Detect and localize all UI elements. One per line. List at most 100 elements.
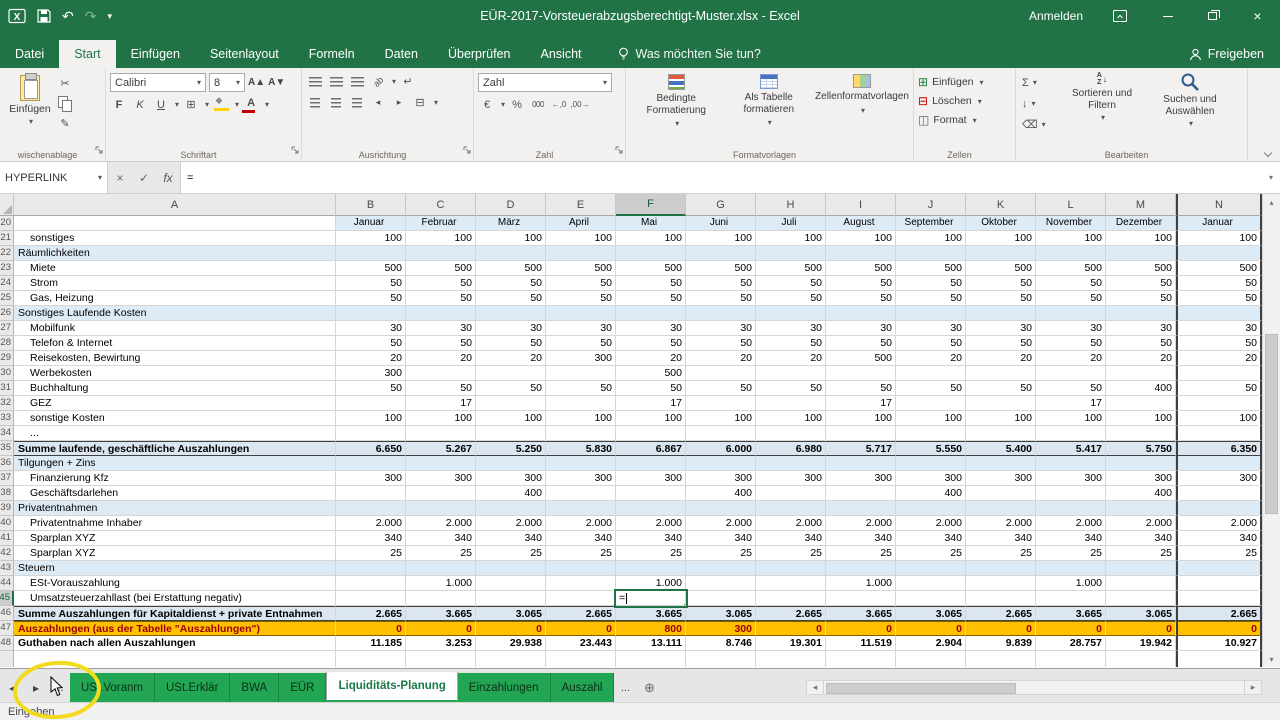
cell-L47[interactable]: 0 (1036, 621, 1106, 636)
cell-I21[interactable]: 100 (826, 231, 896, 246)
cell-B40[interactable]: 2.000 (336, 516, 406, 531)
row-header-20[interactable]: 20 (0, 216, 14, 231)
cell-H24[interactable]: 50 (756, 276, 826, 291)
cancel-entry-icon[interactable]: × (108, 171, 132, 185)
cell-A38[interactable]: Geschäftsdarlehen (14, 486, 336, 501)
cell-K40[interactable]: 2.000 (966, 516, 1036, 531)
cell-J45[interactable] (896, 591, 966, 606)
orientation-icon[interactable]: ab (366, 69, 391, 94)
cell-L29[interactable]: 20 (1036, 351, 1106, 366)
sort-filter-button[interactable]: AZ↓ Sortieren und Filtern ▾ (1058, 72, 1146, 145)
cell-E27[interactable]: 30 (546, 321, 616, 336)
borders-icon[interactable]: ⊞ (182, 96, 200, 113)
cell-J41[interactable]: 340 (896, 531, 966, 546)
sheet-nav-left-icon[interactable]: ◂ (0, 673, 24, 702)
cell-M27[interactable]: 30 (1106, 321, 1176, 336)
number-format-select[interactable]: Zahl▾ (478, 73, 612, 92)
cell-F44[interactable]: 1.000 (616, 576, 686, 591)
cell-C22[interactable] (406, 246, 476, 261)
bold-icon[interactable]: F (110, 96, 128, 113)
cell-J31[interactable]: 50 (896, 381, 966, 396)
column-header-B[interactable]: B (336, 194, 406, 216)
cell-N32[interactable] (1176, 396, 1262, 411)
row-header-24[interactable]: 24 (0, 276, 14, 291)
sheet-tab-bwa[interactable]: BWA (230, 673, 279, 702)
cell-B47[interactable]: 0 (336, 621, 406, 636)
cell-K33[interactable]: 100 (966, 411, 1036, 426)
cell-D28[interactable]: 50 (476, 336, 546, 351)
row-header-48[interactable]: 48 (0, 636, 14, 651)
column-header-H[interactable]: H (756, 194, 826, 216)
cell-I34[interactable] (826, 426, 896, 441)
cell-D45[interactable] (476, 591, 546, 606)
cell-L38[interactable] (1036, 486, 1106, 501)
cell-A47[interactable]: Auszahlungen (aus der Tabelle "Auszahlun… (14, 621, 336, 636)
cell-K25[interactable]: 50 (966, 291, 1036, 306)
row-header-36[interactable]: 36 (0, 456, 14, 471)
cell-H42[interactable]: 25 (756, 546, 826, 561)
cell-C31[interactable]: 50 (406, 381, 476, 396)
cell-I29[interactable]: 500 (826, 351, 896, 366)
cell-D26[interactable] (476, 306, 546, 321)
format-cells-button[interactable]: ◫ Format ▾ (918, 113, 1011, 127)
cell-A33[interactable]: sonstige Kosten (14, 411, 336, 426)
cell-J28[interactable]: 50 (896, 336, 966, 351)
cell-I25[interactable]: 50 (826, 291, 896, 306)
cell-C29[interactable]: 20 (406, 351, 476, 366)
cell-D27[interactable]: 30 (476, 321, 546, 336)
cell-C48[interactable]: 3.253 (406, 636, 476, 651)
row-header-47[interactable]: 47 (0, 621, 14, 636)
cell-E32[interactable] (546, 396, 616, 411)
cell-B36[interactable] (336, 456, 406, 471)
cell-L36[interactable] (1036, 456, 1106, 471)
cell-A37[interactable]: Finanzierung Kfz (14, 471, 336, 486)
cell-D22[interactable] (476, 246, 546, 261)
cell-F43[interactable] (616, 561, 686, 576)
cell-N45[interactable] (1176, 591, 1262, 606)
cell-L32[interactable]: 17 (1036, 396, 1106, 411)
cell-K41[interactable]: 340 (966, 531, 1036, 546)
cell-E35[interactable]: 5.830 (546, 441, 616, 456)
cell-K26[interactable] (966, 306, 1036, 321)
cell-J20[interactable]: September (896, 216, 966, 231)
cell-J39[interactable] (896, 501, 966, 516)
row-header-39[interactable]: 39 (0, 501, 14, 516)
cell-N36[interactable] (1176, 456, 1262, 471)
cell-L23[interactable]: 500 (1036, 261, 1106, 276)
column-header-K[interactable]: K (966, 194, 1036, 216)
cell-F46[interactable]: 3.665 (616, 606, 686, 621)
cell-L25[interactable]: 50 (1036, 291, 1106, 306)
cell-A39[interactable]: Privatentnahmen (14, 501, 336, 516)
cell-I22[interactable] (826, 246, 896, 261)
cell-K48[interactable]: 9.839 (966, 636, 1036, 651)
cell-D32[interactable] (476, 396, 546, 411)
cell-L24[interactable]: 50 (1036, 276, 1106, 291)
cell-H44[interactable] (756, 576, 826, 591)
cell-L[interactable] (1036, 651, 1106, 667)
cell-H43[interactable] (756, 561, 826, 576)
cell-L28[interactable]: 50 (1036, 336, 1106, 351)
cell-H[interactable] (756, 651, 826, 667)
cell-K28[interactable]: 50 (966, 336, 1036, 351)
cell-F47[interactable]: 800 (616, 621, 686, 636)
cell-E46[interactable]: 2.665 (546, 606, 616, 621)
cell-D21[interactable]: 100 (476, 231, 546, 246)
cell-K37[interactable]: 300 (966, 471, 1036, 486)
cell-N24[interactable]: 50 (1176, 276, 1262, 291)
cell-I40[interactable]: 2.000 (826, 516, 896, 531)
cell-N[interactable] (1176, 651, 1262, 667)
cell-B37[interactable]: 300 (336, 471, 406, 486)
save-icon[interactable] (37, 9, 51, 23)
cell-G43[interactable] (686, 561, 756, 576)
collapse-ribbon-icon[interactable] (1264, 150, 1272, 158)
cell-F[interactable] (616, 651, 686, 667)
cell-M40[interactable]: 2.000 (1106, 516, 1176, 531)
cell-E40[interactable]: 2.000 (546, 516, 616, 531)
sheet-tab-einzahlungen[interactable]: Einzahlungen (458, 673, 551, 702)
cell-K24[interactable]: 50 (966, 276, 1036, 291)
cut-icon[interactable]: ✂ (56, 75, 74, 92)
cell-J43[interactable] (896, 561, 966, 576)
row-header-42[interactable]: 42 (0, 546, 14, 561)
cell-E29[interactable]: 300 (546, 351, 616, 366)
underline-icon[interactable]: U (152, 96, 170, 113)
